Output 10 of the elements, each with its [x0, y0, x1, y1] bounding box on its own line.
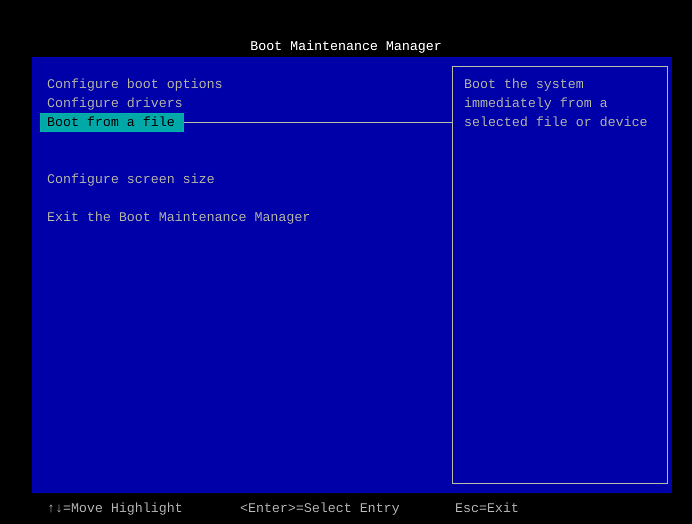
menu-item[interactable]: Boot from a file: [40, 113, 184, 132]
menu-item[interactable]: Exit the Boot Maintenance Manager: [40, 208, 320, 227]
menu-item[interactable]: Configure boot options: [40, 75, 232, 94]
menu-item[interactable]: Configure drivers: [40, 94, 192, 113]
key-hint: <Enter>=Select Entry: [240, 500, 401, 518]
key-hint: ↑↓=Move Highlight: [47, 500, 184, 518]
screen-title: Boot Maintenance Manager: [249, 38, 443, 56]
key-hint: Esc=Exit: [455, 500, 519, 518]
help-text: Boot the system immediately from a selected file or device: [464, 76, 649, 132]
menu-item[interactable]: Configure screen size: [40, 170, 224, 189]
